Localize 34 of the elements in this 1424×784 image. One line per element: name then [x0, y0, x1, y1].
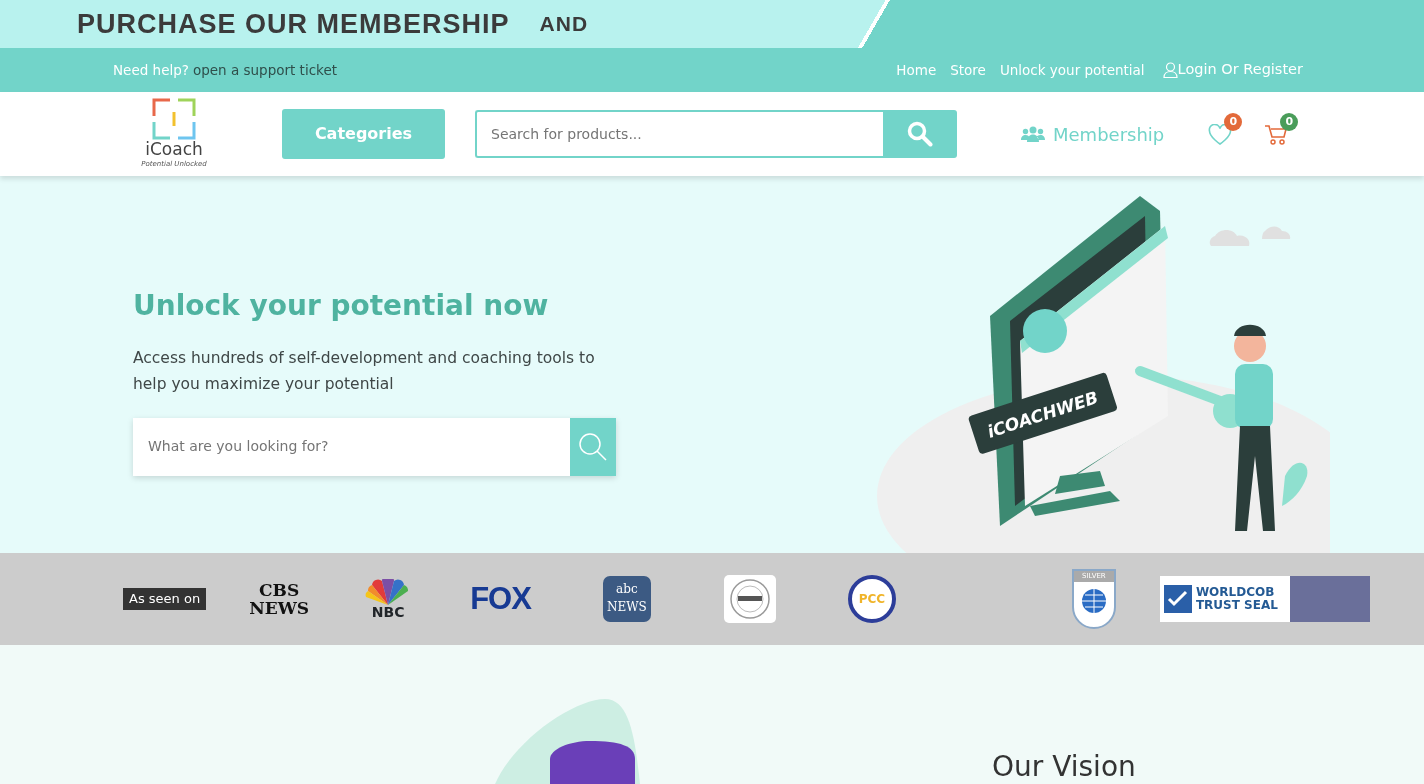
support-ticket-link[interactable]: open a support ticket [192, 59, 337, 81]
nav-link[interactable]: Home [896, 59, 937, 81]
vision-heading: Our Vision [992, 753, 1136, 781]
membership-link[interactable]: Membership [1021, 120, 1165, 148]
abc-news-logo: abc NEWS [602, 576, 651, 622]
nav-link[interactable]: Unlock your potential [999, 59, 1145, 81]
product-search-field[interactable]: Search for products... [475, 110, 883, 158]
wishlist-count: 0 [1224, 113, 1243, 131]
login-link[interactable]: Login Or Register [1162, 59, 1303, 81]
logo-squares-icon [152, 98, 196, 141]
heart-icon [1208, 123, 1233, 146]
promo-headline-continued: AND [539, 11, 589, 38]
cbs-news-logo: CBS NEWS [248, 581, 311, 617]
as-seen-on-label: As seen on [123, 588, 207, 610]
hero-search-field[interactable]: What are you looking for? [133, 417, 570, 476]
categories-button[interactable]: Categories [282, 109, 445, 159]
search-icon [907, 121, 933, 147]
nav-link[interactable]: Store [950, 59, 986, 81]
cart-count: 0 [1280, 113, 1299, 131]
logo-name: iCoach [145, 140, 203, 160]
hero-title: Unlock your potential now [133, 289, 550, 323]
group-icon [1021, 126, 1045, 142]
promo-headline: PURCHASE OUR MEMBERSHIP [77, 7, 510, 41]
hero-subtitle: Access hundreds of self-development and coaching tools to help you maximize your potential [133, 347, 596, 395]
user-icon [1162, 62, 1178, 78]
worldcob-trust-seal: WORLDCOB TRUST SEAL [1159, 576, 1370, 622]
help-label: Need help? [113, 60, 189, 80]
search-icon [578, 431, 608, 462]
nbc-logo: NBC [364, 579, 413, 619]
certification-seal-icon [723, 575, 776, 623]
cart-icon [1264, 123, 1289, 146]
search-button[interactable] [883, 110, 957, 158]
pcc-badge: PCC [847, 575, 896, 623]
fox-logo: FOX [470, 579, 531, 618]
